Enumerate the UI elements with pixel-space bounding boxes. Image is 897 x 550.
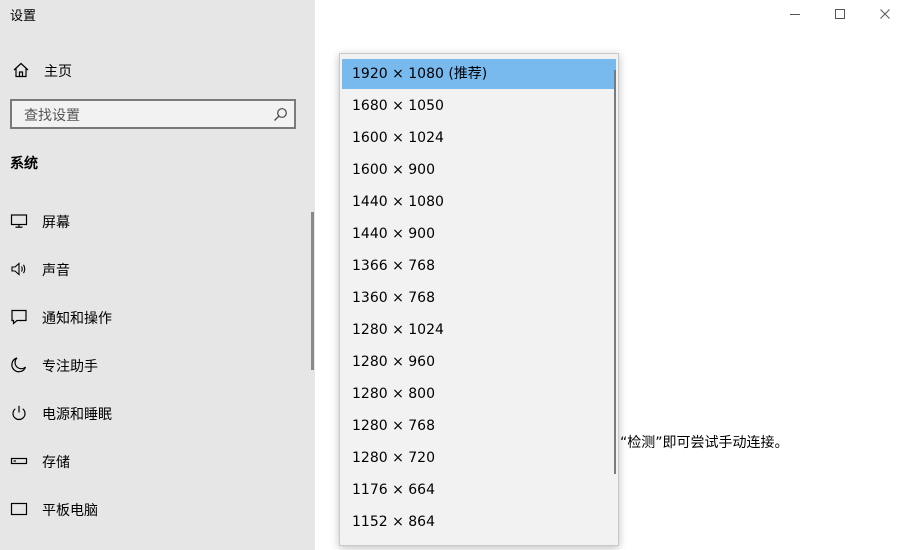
sidebar-item-tablet[interactable]: 平板电脑 bbox=[0, 489, 310, 529]
resolution-option[interactable]: 1280 × 720 bbox=[342, 443, 616, 473]
sidebar-item-label: 存储 bbox=[42, 455, 70, 471]
maximize-icon bbox=[835, 9, 845, 19]
resolution-option[interactable]: 1280 × 960 bbox=[342, 347, 616, 377]
sidebar-item-sound[interactable]: 声音 bbox=[0, 249, 310, 289]
close-button[interactable] bbox=[862, 0, 897, 28]
section-title: 系统 bbox=[10, 156, 38, 172]
sidebar-item-label: 声音 bbox=[42, 263, 70, 279]
resolution-option[interactable]: 1360 × 768 bbox=[342, 283, 616, 313]
power-icon bbox=[12, 405, 26, 421]
app-title: 设置 bbox=[10, 9, 37, 24]
search-box[interactable] bbox=[10, 99, 296, 129]
close-icon bbox=[880, 9, 890, 19]
sidebar-item-notifications[interactable]: 通知和操作 bbox=[0, 297, 310, 337]
sidebar-item-power-sleep[interactable]: 电源和睡眠 bbox=[0, 393, 310, 433]
resolution-option[interactable]: 1680 × 1050 bbox=[342, 91, 616, 121]
sidebar-item-display[interactable]: 屏幕 bbox=[0, 201, 310, 241]
sidebar-scrollbar[interactable] bbox=[311, 212, 314, 370]
sidebar-item-label: 电源和睡眠 bbox=[42, 407, 112, 423]
search-icon[interactable] bbox=[273, 107, 288, 122]
storage-icon bbox=[10, 457, 28, 465]
minimize-icon bbox=[790, 14, 800, 15]
resolution-option[interactable]: 1600 × 1024 bbox=[342, 123, 616, 153]
resolution-option[interactable]: 1366 × 768 bbox=[342, 251, 616, 281]
home-icon bbox=[13, 62, 29, 78]
resolution-option-selected[interactable]: 1920 × 1080 (推荐) bbox=[342, 59, 616, 89]
sidebar-item-storage[interactable]: 存储 bbox=[0, 441, 310, 481]
resolution-option[interactable]: 1176 × 664 bbox=[342, 475, 616, 505]
resolution-option[interactable]: 1152 × 864 bbox=[342, 507, 616, 537]
sidebar-item-label: 屏幕 bbox=[42, 215, 70, 231]
resolution-dropdown-list[interactable]: 1920 × 1080 (推荐) 1680 × 1050 1600 × 1024… bbox=[339, 53, 619, 546]
sidebar-item-label: 平板电脑 bbox=[42, 503, 98, 519]
sidebar-item-label: 通知和操作 bbox=[42, 311, 112, 327]
resolution-option[interactable]: 1600 × 900 bbox=[342, 155, 616, 185]
resolution-option[interactable]: 1440 × 1080 bbox=[342, 187, 616, 217]
minimize-button[interactable] bbox=[772, 0, 818, 28]
search-input[interactable] bbox=[22, 105, 266, 127]
sidebar: 设置 主页 系统 屏幕 声音 bbox=[0, 0, 315, 550]
monitor-icon bbox=[10, 214, 28, 228]
detect-hint-text: “检测”即可尝试手动连接。 bbox=[620, 435, 789, 451]
resolution-option[interactable]: 1280 × 1024 bbox=[342, 315, 616, 345]
sidebar-item-home[interactable]: 主页 bbox=[0, 54, 315, 86]
speaker-icon bbox=[11, 262, 26, 276]
maximize-button[interactable] bbox=[817, 0, 863, 28]
dropdown-scrollbar[interactable] bbox=[614, 70, 616, 474]
sidebar-item-label: 主页 bbox=[44, 64, 72, 80]
resolution-option[interactable]: 1280 × 800 bbox=[342, 379, 616, 409]
sidebar-item-label: 专注助手 bbox=[42, 359, 98, 375]
notification-icon bbox=[11, 309, 27, 325]
resolution-option[interactable]: 1280 × 768 bbox=[342, 411, 616, 441]
resolution-option[interactable]: 1440 × 900 bbox=[342, 219, 616, 249]
sidebar-item-focus-assist[interactable]: 专注助手 bbox=[0, 345, 310, 385]
moon-icon bbox=[11, 357, 27, 373]
tablet-icon bbox=[10, 502, 28, 516]
